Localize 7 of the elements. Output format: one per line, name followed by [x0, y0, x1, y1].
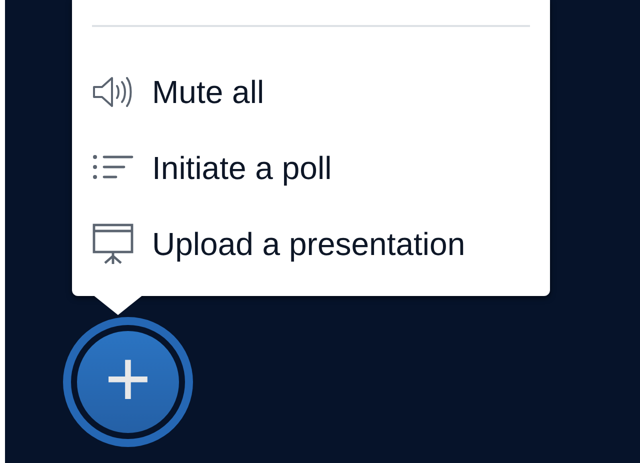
list-icon	[92, 154, 134, 182]
presentation-board-icon	[92, 223, 134, 265]
menu-item[interactable]: Initiate a poll	[92, 135, 530, 201]
menu-item[interactable]: Mute all	[92, 59, 530, 125]
speaker-icon	[92, 74, 134, 110]
menu-item[interactable]: Upload a presentation	[92, 211, 530, 277]
add-button[interactable]: +	[71, 325, 185, 439]
